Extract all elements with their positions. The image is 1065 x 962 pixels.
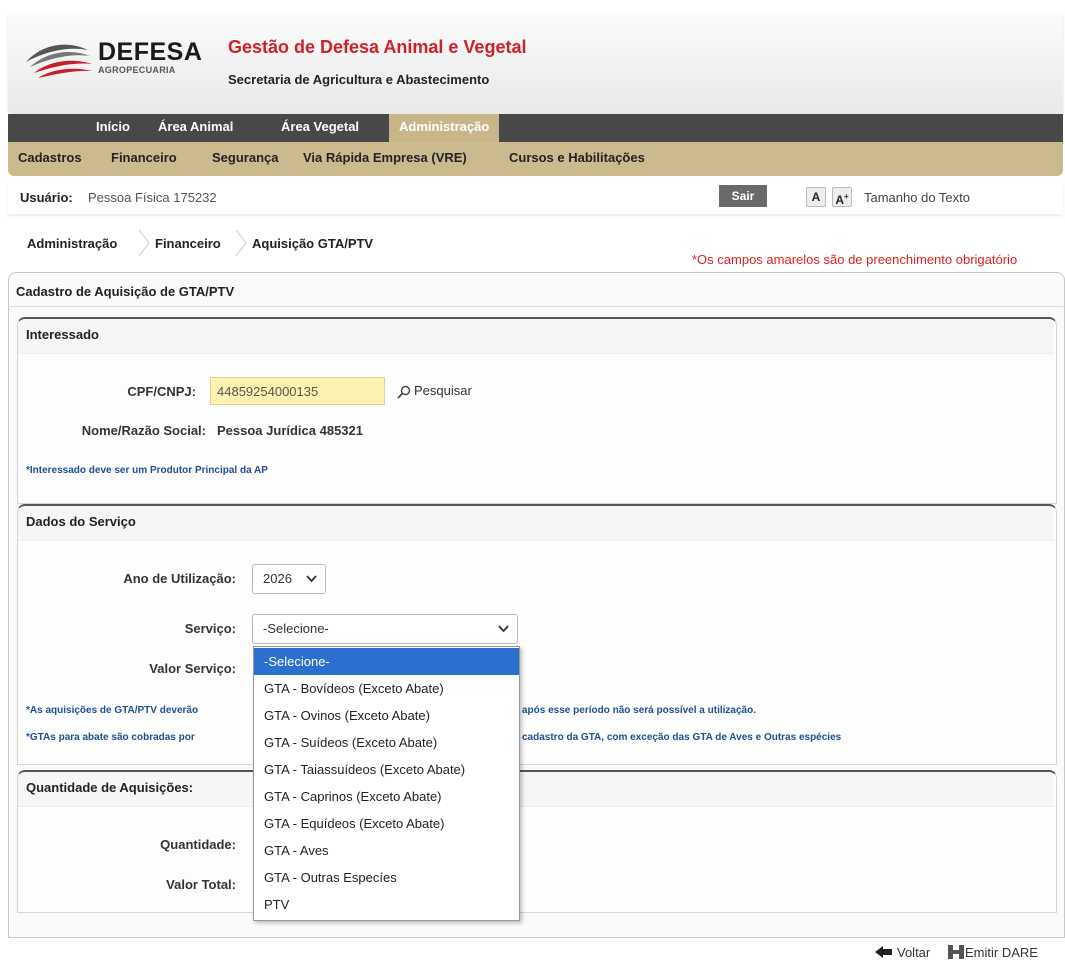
servico-note-1a: *As aquisições de GTA/PTV deverão — [26, 705, 199, 716]
dropdown-option[interactable]: PTV — [254, 891, 519, 918]
subnav-financeiro[interactable]: Financeiro — [111, 150, 177, 165]
page-title: Cadastro de Aquisição de GTA/PTV — [16, 284, 235, 299]
emit-dare-button[interactable]: Emitir DARE — [965, 945, 1038, 960]
servico-dropdown-list: -Selecione- GTA - Bovídeos (Exceto Abate… — [253, 646, 520, 921]
nav-area-vegetal[interactable]: Área Vegetal — [281, 114, 359, 142]
dropdown-option[interactable]: GTA - Caprinos (Exceto Abate) — [254, 783, 519, 810]
breadcrumb-aquisicao: Aquisição GTA/PTV — [252, 236, 374, 251]
servico-note-1b: após esse período não será possível a ut… — [522, 705, 756, 716]
defesa-logo-swoosh-icon — [26, 44, 92, 78]
servico-note-2a: *GTAs para abate são cobradas por — [26, 732, 195, 743]
user-name: Pessoa Física 175232 — [88, 190, 217, 205]
back-button[interactable]: Voltar — [897, 945, 930, 960]
interessado-header — [18, 319, 1054, 354]
servico-select[interactable]: -Selecione- — [252, 614, 518, 644]
emit-dare-icon[interactable] — [948, 945, 964, 959]
servico-note-2b: cadastro da GTA, com exceção das GTA de … — [522, 732, 842, 743]
ano-label: Ano de Utilização: — [123, 571, 236, 586]
font-decrease-button[interactable]: A — [806, 187, 826, 207]
servico-title: Dados do Serviço — [26, 514, 136, 529]
sub-nav: Cadastros Financeiro Segurança Via Rápid… — [8, 142, 1063, 176]
nome-value: Pessoa Jurídica 485321 — [217, 423, 363, 438]
breadcrumb-separator-icon — [138, 230, 150, 256]
logo-subtext: AGROPECUARIA — [98, 65, 176, 75]
breadcrumb-financeiro[interactable]: Financeiro — [155, 236, 221, 251]
dropdown-option[interactable]: GTA - Suídeos (Exceto Abate) — [254, 729, 519, 756]
valor-servico-label: Valor Serviço: — [149, 661, 236, 676]
font-increase-button[interactable]: A+ — [832, 187, 852, 207]
quantidade-title: Quantidade de Aquisições: — [26, 780, 194, 795]
font-increase-label: A — [835, 193, 844, 207]
required-fields-note: *Os campos amarelos são de preenchimento… — [692, 252, 1018, 267]
user-label: Usuário: — [20, 190, 73, 205]
app-title: Gestão de Defesa Animal e Vegetal — [228, 37, 527, 57]
subnav-seguranca[interactable]: Segurança — [212, 150, 278, 165]
ano-select[interactable]: 2026 — [252, 564, 326, 594]
app-subtitle: Secretaria de Agricultura e Abasteciment… — [228, 72, 490, 87]
top-nav: Início Área Animal Área Vegetal Administ… — [8, 114, 1063, 142]
servico-select-value: -Selecione- — [263, 621, 329, 636]
dropdown-option[interactable]: GTA - Equídeos (Exceto Abate) — [254, 810, 519, 837]
quantidade-label: Quantidade: — [160, 837, 236, 852]
font-decrease-label: A — [811, 190, 821, 204]
search-icon[interactable] — [397, 385, 411, 399]
interessado-note: *Interessado deve ser um Produtor Princi… — [26, 465, 268, 476]
cpf-label: CPF/CNPJ: — [127, 384, 196, 399]
dropdown-option[interactable]: -Selecione- — [254, 648, 519, 675]
subnav-cursos[interactable]: Cursos e Habilitações — [509, 150, 645, 165]
subnav-vre[interactable]: Via Rápida Empresa (VRE) — [303, 150, 467, 165]
dropdown-option[interactable]: GTA - Ovinos (Exceto Abate) — [254, 702, 519, 729]
chevron-down-icon — [306, 575, 317, 583]
nav-administracao[interactable]: Administração — [389, 114, 500, 142]
servico-label: Serviço: — [184, 621, 236, 636]
logout-button[interactable]: Sair — [719, 185, 767, 207]
back-arrow-icon[interactable] — [875, 946, 893, 958]
search-button[interactable]: Pesquisar — [414, 383, 472, 398]
dropdown-option[interactable]: GTA - Bovídeos (Exceto Abate) — [254, 675, 519, 702]
font-increase-plus: + — [844, 192, 849, 201]
ano-select-value: 2026 — [263, 571, 292, 586]
interessado-title: Interessado — [26, 327, 99, 342]
cpf-input[interactable]: 44859254000135 — [210, 377, 385, 405]
nav-area-animal[interactable]: Área Animal — [158, 114, 233, 142]
valor-total-label: Valor Total: — [166, 877, 236, 892]
dropdown-option[interactable]: GTA - Outras Especíes — [254, 864, 519, 891]
breadcrumb-administracao[interactable]: Administração — [27, 236, 117, 251]
subnav-cadastros[interactable]: Cadastros — [18, 150, 82, 165]
dropdown-option[interactable]: GTA - Taiassuídeos (Exceto Abate) — [254, 756, 519, 783]
nome-label: Nome/Razão Social: — [81, 423, 206, 438]
breadcrumb-separator-icon — [235, 230, 247, 256]
text-size-label: Tamanho do Texto — [864, 190, 970, 205]
dropdown-option[interactable]: GTA - Aves — [254, 837, 519, 864]
nav-inicio[interactable]: Início — [96, 114, 130, 142]
servico-header — [18, 506, 1054, 541]
chevron-down-icon — [498, 625, 509, 633]
logo-text: DEFESA — [98, 38, 203, 66]
